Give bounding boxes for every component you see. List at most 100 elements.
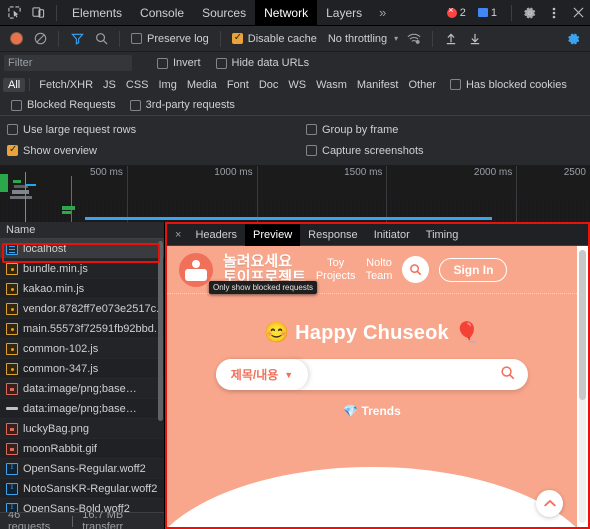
request-row[interactable]: moonRabbit.gif	[0, 439, 164, 460]
more-tabs-button[interactable]: »	[371, 0, 394, 26]
type-filter-all[interactable]: All	[3, 77, 26, 92]
font-resource-icon	[6, 502, 18, 512]
capture-screenshots-checkbox[interactable]: Capture screenshots	[306, 145, 424, 157]
request-row[interactable]: bundle.min.js	[0, 259, 164, 280]
request-row[interactable]: luckyBag.png	[0, 419, 164, 440]
detail-tab-preview[interactable]: Preview	[245, 223, 301, 246]
trends-label[interactable]: 💎 Trends	[167, 404, 577, 418]
nettoolbar-divider-4	[432, 30, 434, 47]
preserve-log-checkbox[interactable]: Preserve log	[131, 33, 209, 45]
invert-checkbox[interactable]: Invert	[157, 57, 201, 69]
requests-column-header[interactable]: Name	[0, 222, 164, 240]
gear-icon[interactable]	[518, 2, 542, 24]
throttling-select[interactable]: No throttling	[328, 33, 387, 45]
type-filter-doc[interactable]: Doc	[254, 78, 284, 92]
type-filter-manifest[interactable]: Manifest	[352, 78, 404, 92]
tab-network[interactable]: Network	[255, 0, 318, 26]
request-name: common-347.js	[23, 362, 99, 375]
overview-tick	[516, 166, 518, 228]
toolbar-divider-2	[511, 4, 512, 21]
close-icon[interactable]	[566, 2, 590, 24]
request-row[interactable]: data:image/png;base…	[0, 379, 164, 400]
site-search-icon[interactable]	[402, 256, 430, 283]
chevron-up-icon[interactable]	[536, 490, 563, 517]
nolto-logo-icon[interactable]	[179, 252, 213, 287]
sign-in-button[interactable]: Sign In	[439, 257, 508, 282]
type-filter-fetchxhr[interactable]: Fetch/XHR	[34, 78, 98, 92]
request-row[interactable]: main.55573f72591fb92bbd..	[0, 319, 164, 340]
network-settings-gear-icon[interactable]	[562, 28, 586, 50]
export-har-icon[interactable]	[463, 28, 487, 50]
preview-scrollbar-thumb[interactable]	[579, 250, 586, 400]
request-rows[interactable]: localhost bundle.min.js kakao.min.js vendor…	[0, 239, 164, 512]
group-by-frame-checkbox[interactable]: Group by frame	[306, 124, 398, 136]
tab-sources[interactable]: Sources	[193, 0, 255, 26]
import-har-icon[interactable]	[439, 28, 463, 50]
error-badge[interactable]: 2	[443, 5, 470, 20]
filter-icon[interactable]	[65, 28, 89, 50]
search-icon[interactable]	[89, 28, 113, 50]
type-divider	[29, 78, 31, 91]
nav-toy-projects[interactable]: Toy Projects	[316, 257, 356, 282]
js-resource-icon	[6, 302, 18, 315]
doc-resource-icon	[6, 242, 18, 255]
message-badge[interactable]: 1	[474, 5, 501, 20]
hide-data-urls-checkbox[interactable]: Hide data URLs	[215, 57, 309, 69]
use-large-rows-checkbox[interactable]: Use large request rows	[0, 124, 306, 136]
type-filter-wasm[interactable]: Wasm	[311, 78, 352, 92]
third-party-requests-checkbox[interactable]: 3rd-party requests	[129, 99, 235, 111]
filter-input[interactable]: Filter	[4, 55, 132, 71]
invert-box	[157, 57, 168, 69]
type-filter-ws[interactable]: WS	[283, 78, 311, 92]
type-filter-css[interactable]: CSS	[121, 78, 154, 92]
request-row[interactable]: data:image/png;base…	[0, 399, 164, 420]
network-conditions-icon[interactable]	[402, 28, 426, 50]
request-row[interactable]: localhost	[0, 239, 164, 260]
request-name: main.55573f72591fb92bbd..	[23, 322, 161, 335]
detail-tab-headers[interactable]: Headers	[187, 224, 245, 246]
tab-elements[interactable]: Elements	[63, 0, 131, 26]
js-resource-icon	[6, 362, 18, 375]
type-filter-img[interactable]: Img	[154, 78, 182, 92]
request-row[interactable]: OpenSans-Bold.woff2	[0, 499, 164, 512]
request-row[interactable]: OpenSans-Regular.woff2	[0, 459, 164, 480]
tab-console[interactable]: Console	[131, 0, 193, 26]
request-row[interactable]: vendor.8782ff7e073e2517c..	[0, 299, 164, 320]
img-resource-icon	[6, 382, 18, 395]
request-row[interactable]: common-102.js	[0, 339, 164, 360]
nav-toy-line2: Projects	[315, 269, 356, 282]
clear-button[interactable]	[28, 28, 52, 50]
more-options-icon[interactable]	[542, 2, 566, 24]
has-blocked-cookies-checkbox[interactable]: Has blocked cookies	[449, 79, 567, 91]
detail-tab-response[interactable]: Response	[300, 224, 366, 246]
type-filter-js[interactable]: JS	[98, 78, 121, 92]
blocked-requests-box	[11, 99, 22, 111]
close-detail-icon[interactable]: ×	[169, 229, 187, 241]
nav-nolto-team[interactable]: Nolto Team	[366, 257, 393, 282]
record-button[interactable]	[4, 28, 28, 50]
request-list-scrollbar[interactable]	[158, 241, 163, 421]
type-filter-font[interactable]: Font	[222, 78, 254, 92]
show-overview-checkbox[interactable]: Show overview	[0, 144, 306, 157]
site-search-bar[interactable]: 제목/내용 ▼	[216, 359, 528, 390]
tab-layers[interactable]: Layers	[317, 0, 371, 26]
js-resource-icon	[6, 282, 18, 295]
overview-left-handle[interactable]	[0, 174, 8, 192]
type-filter-other[interactable]: Other	[403, 78, 441, 92]
chevron-down-icon[interactable]: ▾	[394, 34, 398, 43]
preview-scrollbar[interactable]	[579, 250, 586, 523]
inspect-element-icon[interactable]	[2, 2, 26, 24]
request-row[interactable]: kakao.min.js	[0, 279, 164, 300]
blocked-requests-checkbox[interactable]: Blocked Requests	[11, 99, 116, 111]
detail-tab-initiator[interactable]: Initiator	[366, 224, 418, 246]
disable-cache-label: Disable cache	[247, 32, 317, 45]
search-scope-select[interactable]: 제목/내용 ▼	[216, 359, 308, 390]
detail-tab-timing[interactable]: Timing	[418, 224, 467, 246]
network-overview[interactable]: 500 ms 1000 ms 1500 ms 2000 ms 2500	[0, 166, 590, 228]
device-toolbar-icon[interactable]	[26, 2, 50, 24]
request-row[interactable]: common-347.js	[0, 359, 164, 380]
site-search-submit-icon[interactable]	[500, 365, 528, 385]
type-filter-media[interactable]: Media	[182, 78, 222, 92]
disable-cache-checkbox[interactable]: Disable cache	[231, 32, 317, 45]
request-row[interactable]: NotoSansKR-Regular.woff2	[0, 479, 164, 500]
